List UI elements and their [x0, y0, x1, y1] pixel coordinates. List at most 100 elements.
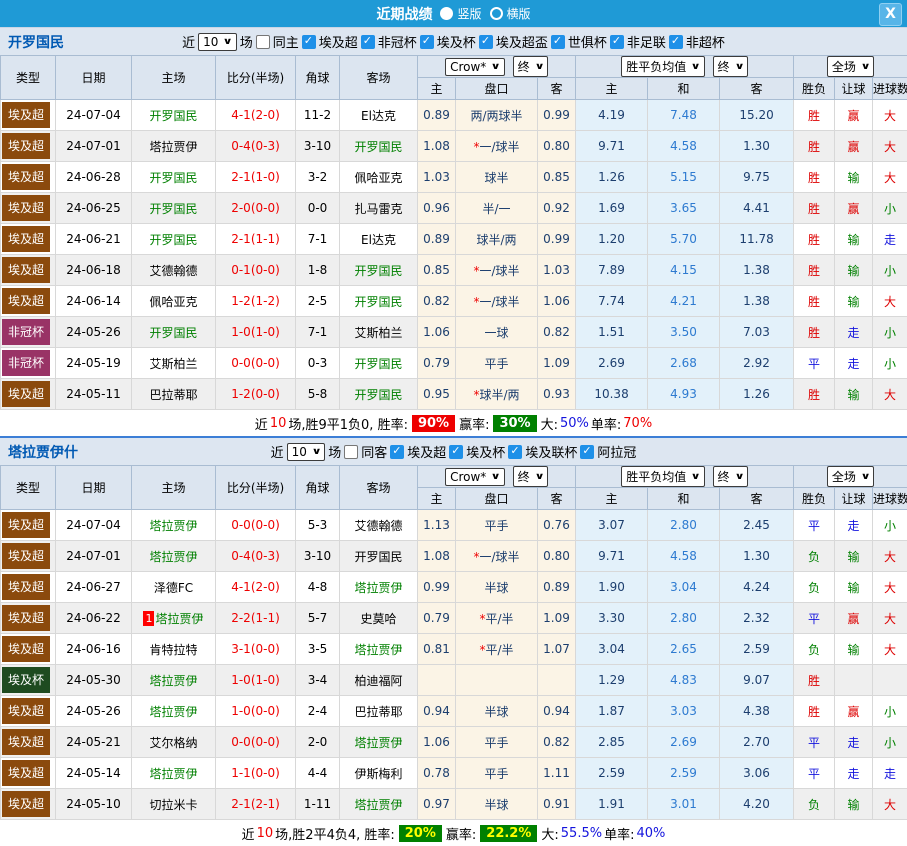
result-handicap: 走 — [835, 317, 873, 348]
match-score: 4-1(2-0) — [216, 572, 296, 603]
col-date: 日期 — [56, 56, 132, 100]
col-score: 比分(半场) — [216, 466, 296, 510]
title-bar: 近期战绩 竖版 横版 X — [0, 0, 907, 27]
avg-odds-select[interactable]: 胜平负均值∨ — [621, 56, 704, 77]
avg-odds-home: 3.04 — [576, 634, 648, 665]
result-handicap: 输 — [835, 572, 873, 603]
avg-odds-draw: 4.21 — [648, 286, 720, 317]
avg-odds-select[interactable]: 胜平负均值∨ — [621, 466, 704, 487]
match-type: 埃及超 — [1, 634, 56, 665]
col-away: 客场 — [340, 56, 418, 100]
corner-score: 1-11 — [296, 789, 340, 820]
league-checkbox-6[interactable] — [669, 35, 683, 49]
away-team-name: 柏迪福阿 — [354, 674, 402, 688]
chevron-down-icon: ∨ — [534, 472, 544, 482]
match-type-badge: 埃及超 — [2, 605, 50, 631]
result-goals: 大 — [873, 789, 907, 820]
home-team-name: 切拉米卡 — [149, 798, 197, 812]
away-team: 艾德翰德 — [340, 510, 418, 541]
avg-odds-home: 1.51 — [576, 317, 648, 348]
radio-unselected-icon[interactable] — [490, 7, 503, 20]
home-team-name: 巴拉蒂耶 — [149, 388, 197, 402]
odds-state-select[interactable]: 终∨ — [513, 466, 548, 487]
close-icon[interactable]: X — [879, 3, 902, 26]
result-wdl: 平 — [794, 510, 835, 541]
avg-odds-draw: 4.58 — [648, 131, 720, 162]
match-count-select[interactable]: 10∨ — [198, 33, 237, 51]
subcol-odds-home: 主 — [418, 488, 456, 510]
away-team: 巴拉蒂耶 — [340, 696, 418, 727]
league-label-3: 阿拉冠 — [597, 442, 636, 461]
subcol-odds-away: 客 — [538, 488, 576, 510]
away-team: 开罗国民 — [340, 541, 418, 572]
subcol-wdl: 胜负 — [794, 78, 835, 100]
col-date: 日期 — [56, 466, 132, 510]
league-checkbox-4[interactable] — [551, 35, 565, 49]
home-team-name: 塔拉贾伊 — [149, 767, 197, 781]
handicap-odds-away: 0.85 — [538, 162, 576, 193]
away-team-name: 艾斯柏兰 — [354, 326, 402, 340]
handicap-line: 一球 — [456, 317, 538, 348]
match-date: 24-06-18 — [56, 255, 132, 286]
away-team-name: El达克 — [361, 109, 396, 123]
match-date: 24-06-21 — [56, 224, 132, 255]
match-type: 埃及超 — [1, 162, 56, 193]
match-type-badge: 埃及超 — [2, 574, 50, 600]
handicap-odds-home: 1.08 — [418, 131, 456, 162]
radio-selected-icon[interactable] — [440, 7, 453, 20]
result-handicap: 输 — [835, 255, 873, 286]
result-goals: 大 — [873, 572, 907, 603]
match-row: 埃及超24-05-14塔拉贾伊1-1(0-0)4-4伊斯梅利0.78平手1.11… — [1, 758, 907, 789]
avg-odds-home: 1.20 — [576, 224, 648, 255]
league-checkbox-2[interactable] — [508, 445, 522, 459]
summary-text: 赢率: — [446, 824, 476, 843]
match-count-select[interactable]: 10∨ — [287, 443, 326, 461]
layout-radio-vertical[interactable]: 竖版 — [440, 5, 481, 22]
avg-odds-home: 2.69 — [576, 348, 648, 379]
radio-horizontal-label[interactable]: 横版 — [507, 5, 531, 22]
match-date: 24-05-26 — [56, 696, 132, 727]
match-type: 埃及超 — [1, 572, 56, 603]
match-score: 1-1(0-0) — [216, 758, 296, 789]
league-label-2: 埃及联杯 — [525, 442, 577, 461]
league-checkbox-1[interactable] — [361, 35, 375, 49]
league-checkbox-0[interactable] — [302, 35, 316, 49]
league-checkbox-5[interactable] — [610, 35, 624, 49]
avg-state-select[interactable]: 终∨ — [713, 466, 748, 487]
league-checkbox-2[interactable] — [420, 35, 434, 49]
subcol-goals-result: 进球数 — [873, 78, 907, 100]
avg-odds-home: 1.91 — [576, 789, 648, 820]
match-row: 埃及超24-06-14佩哈亚克1-2(1-2)2-5开罗国民0.82*一/球半1… — [1, 286, 907, 317]
same-venue-checkbox[interactable] — [344, 445, 358, 459]
radio-vertical-label[interactable]: 竖版 — [457, 5, 481, 22]
odds-state-select[interactable]: 终∨ — [513, 56, 548, 77]
layout-radio-horizontal[interactable]: 横版 — [490, 5, 531, 22]
summary-text: 场,胜9平1负0, 胜率: — [288, 414, 408, 433]
avg-odds-away: 1.38 — [720, 255, 794, 286]
odds-company-select[interactable]: Crow*∨ — [445, 468, 505, 486]
star-mark: * — [473, 140, 479, 154]
league-checkbox-3[interactable] — [479, 35, 493, 49]
match-type: 埃及超 — [1, 255, 56, 286]
same-venue-checkbox[interactable] — [256, 35, 270, 49]
avg-odds-away: 4.38 — [720, 696, 794, 727]
league-checkbox-3[interactable] — [580, 445, 594, 459]
match-type-badge: 埃及超 — [2, 791, 50, 817]
result-goals: 小 — [873, 193, 907, 224]
section1-header: 开罗国民 近10∨场同主埃及超非冠杯埃及杯埃及超盃世俱杯非足联非超杯 — [0, 28, 907, 55]
avg-odds-home: 9.71 — [576, 541, 648, 572]
league-checkbox-1[interactable] — [449, 445, 463, 459]
league-label-4: 世俱杯 — [568, 32, 607, 51]
scope-select[interactable]: 全场∨ — [827, 56, 874, 77]
odds-company-select[interactable]: Crow*∨ — [445, 58, 505, 76]
league-checkbox-0[interactable] — [390, 445, 404, 459]
away-team-name: 塔拉贾伊 — [354, 581, 402, 595]
handicap-line: *平/半 — [456, 634, 538, 665]
col-away: 客场 — [340, 466, 418, 510]
scope-select[interactable]: 全场∨ — [827, 466, 874, 487]
match-type: 埃及超 — [1, 510, 56, 541]
result-goals: 大 — [873, 379, 907, 410]
avg-state-select[interactable]: 终∨ — [713, 56, 748, 77]
result-wdl: 胜 — [794, 224, 835, 255]
avg-odds-home: 7.74 — [576, 286, 648, 317]
